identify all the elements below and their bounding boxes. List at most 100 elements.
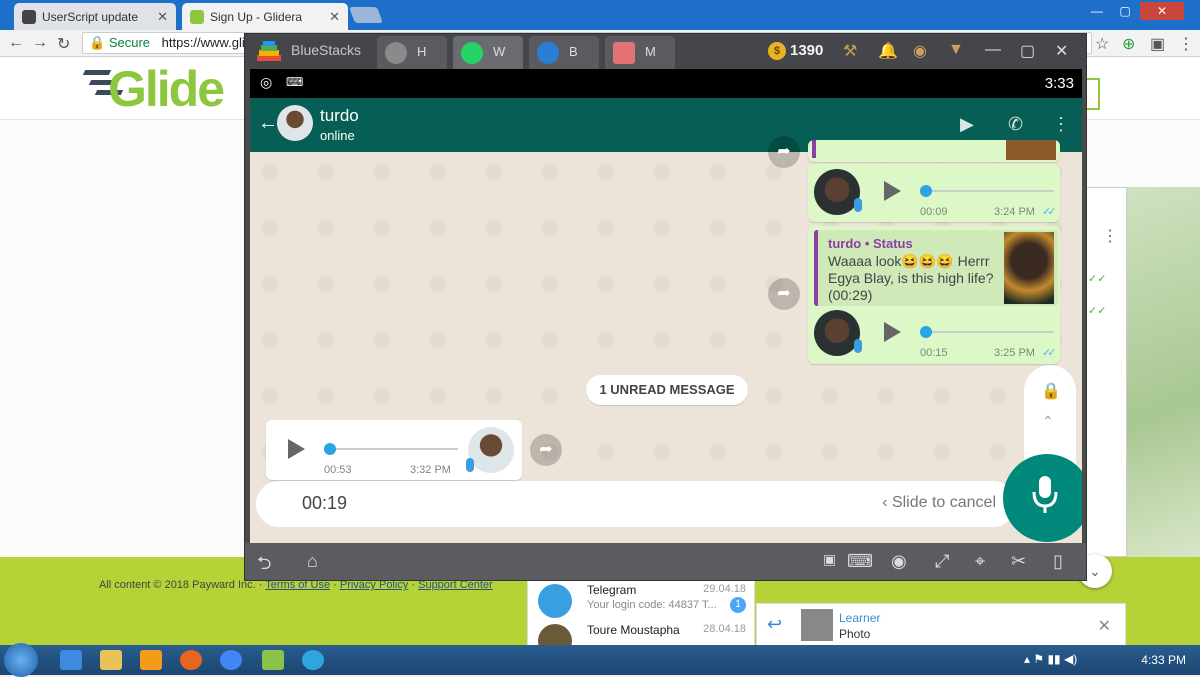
- url-text: https://www.glic: [161, 35, 252, 50]
- new-tab-button[interactable]: [349, 7, 383, 23]
- telegram-taskbar-icon[interactable]: [302, 650, 324, 670]
- play-icon[interactable]: [884, 181, 901, 201]
- audio-scrubber[interactable]: [920, 185, 932, 197]
- play-icon[interactable]: [288, 439, 305, 459]
- incoming-voice-message[interactable]: 00:53 3:32 PM: [266, 420, 522, 480]
- lock-keymap-icon[interactable]: ▣: [823, 551, 836, 568]
- chrome-tab-userscript[interactable]: UserScript update ✕: [14, 3, 176, 30]
- maximize-icon[interactable]: ▢: [1020, 41, 1035, 61]
- hammer-icon[interactable]: ⚒: [843, 41, 857, 61]
- bell-icon[interactable]: 🔔: [878, 41, 898, 61]
- media-player-icon[interactable]: [140, 650, 162, 670]
- video-call-icon[interactable]: ▶: [960, 114, 974, 135]
- keyboard-icon[interactable]: ⌨: [847, 551, 873, 572]
- forward-icon[interactable]: ➦: [530, 434, 562, 466]
- account-icon[interactable]: ◉: [913, 41, 927, 61]
- bluestacks-tab-browser[interactable]: B: [529, 36, 599, 69]
- audio-track[interactable]: [328, 448, 458, 450]
- voice-message-bubble[interactable]: turdo • Status Waaaa look😆😆😆 Herrr Egya …: [808, 226, 1060, 364]
- chrome-icon[interactable]: [220, 650, 242, 670]
- reload-icon[interactable]: ↻: [57, 34, 70, 54]
- bluestacks-window: BlueStacks H W B M $ 1390 ⚒ 🔔 ◉ ▼ — ▢ ✕ …: [244, 33, 1087, 581]
- play-icon[interactable]: [884, 322, 901, 342]
- message-time: 3:32 PM: [410, 464, 451, 476]
- minimize-icon[interactable]: —: [985, 41, 1001, 59]
- glidera-favicon-icon: [190, 9, 204, 24]
- bluestacks-tab-mail[interactable]: M: [605, 36, 675, 69]
- maximize-window-button[interactable]: ▢: [1111, 2, 1139, 20]
- status-thumbnail: [1004, 232, 1054, 304]
- phone-rotate-icon[interactable]: ▯: [1053, 551, 1063, 572]
- ie-icon[interactable]: [60, 650, 82, 670]
- system-clock[interactable]: 4:33 PM: [1141, 653, 1186, 667]
- bluestacks-taskbar-icon[interactable]: [262, 650, 284, 670]
- tray-icons[interactable]: ▴ ⚑ ▮▮ ◀): [1024, 652, 1077, 666]
- bluestacks-title: BlueStacks: [291, 42, 362, 58]
- quoted-name: turdo • Status: [828, 236, 913, 251]
- extension-icon[interactable]: ⊕: [1122, 34, 1135, 54]
- minimize-window-button[interactable]: —: [1083, 2, 1111, 20]
- start-button-icon[interactable]: [4, 643, 38, 677]
- glidera-logo[interactable]: Glide: [108, 60, 225, 118]
- back-icon[interactable]: ←: [8, 34, 24, 52]
- eye-icon[interactable]: ◉: [891, 551, 907, 572]
- location-icon[interactable]: ⌖: [975, 551, 985, 572]
- audio-track[interactable]: [924, 190, 1054, 192]
- file-explorer-icon[interactable]: [100, 650, 122, 670]
- whatsapp-notification-icon: ◎: [260, 74, 273, 90]
- forward-icon[interactable]: ➦: [768, 136, 800, 168]
- menu-down-icon[interactable]: ▼: [948, 41, 964, 59]
- audio-scrubber[interactable]: [324, 443, 336, 455]
- close-icon[interactable]: ✕: [1098, 616, 1111, 636]
- bookmark-star-icon[interactable]: ☆: [1095, 34, 1109, 54]
- bluestacks-tab-home[interactable]: H: [377, 36, 447, 69]
- close-tab-icon[interactable]: ✕: [157, 9, 168, 25]
- recording-mic-button[interactable]: [1003, 454, 1082, 542]
- phone-call-icon[interactable]: ✆: [1008, 114, 1023, 135]
- telegram-chat-item[interactable]: Telegram 29.04.18 Your login code: 44837…: [528, 581, 756, 619]
- slide-to-cancel[interactable]: ‹ Slide to cancel: [882, 494, 996, 512]
- quoted-status[interactable]: turdo • Status Waaaa look😆😆😆 Herrr Egya …: [814, 230, 1058, 306]
- chrome-tab-glidera[interactable]: Sign Up - Glidera ✕: [182, 3, 348, 30]
- bluestacks-tab-whatsapp[interactable]: W: [453, 36, 523, 69]
- close-tab-icon[interactable]: ✕: [329, 9, 340, 25]
- reply-type: Photo: [839, 627, 871, 641]
- chrome-menu-icon[interactable]: ⋮: [1178, 34, 1194, 54]
- message-bubble[interactable]: [808, 140, 1060, 162]
- extension-badge-icon[interactable]: ▣: [1150, 34, 1165, 54]
- secure-label: Secure: [108, 35, 151, 50]
- android-home-icon[interactable]: ⌂: [307, 551, 318, 572]
- chat-name: Toure Moustapha: [587, 623, 680, 637]
- reply-name: Learner: [839, 611, 881, 625]
- tab-label: B: [569, 44, 578, 59]
- mic-icon: [854, 339, 862, 353]
- menu-dots-icon[interactable]: ⋮: [1102, 226, 1118, 246]
- reply-arrow-icon: ↩: [767, 614, 783, 634]
- lock-icon: 🔒: [89, 35, 106, 50]
- back-arrow-icon[interactable]: ←: [258, 112, 278, 135]
- fullscreen-icon[interactable]: ⤢: [935, 551, 949, 572]
- tab-label: H: [417, 44, 427, 59]
- telegram-logo-icon: [538, 584, 572, 618]
- forward-icon[interactable]: →: [32, 34, 48, 52]
- coin-icon: $: [768, 42, 786, 60]
- read-receipt-icon: ✓✓: [1042, 347, 1057, 359]
- close-icon[interactable]: ✕: [1055, 41, 1068, 61]
- firefox-icon[interactable]: [180, 650, 202, 670]
- recording-input-bar[interactable]: 00:19 ‹ Slide to cancel: [256, 481, 1016, 527]
- close-window-button[interactable]: ✕: [1140, 2, 1184, 20]
- audio-track[interactable]: [924, 331, 1054, 333]
- bluestacks-logo-icon: [257, 41, 281, 61]
- forward-icon[interactable]: ➦: [768, 278, 800, 310]
- contact-avatar[interactable]: [277, 105, 313, 141]
- header-button-edge[interactable]: [1086, 78, 1100, 110]
- tab-label: M: [645, 44, 656, 59]
- menu-dots-icon[interactable]: ⋮: [1052, 114, 1070, 135]
- chat-name: Telegram: [587, 583, 637, 597]
- voice-message-bubble[interactable]: 00:09 3:24 PM ✓✓: [808, 164, 1060, 222]
- contact-name[interactable]: turdo: [320, 106, 359, 126]
- lock-icon[interactable]: 🔒: [1041, 381, 1061, 401]
- audio-scrubber[interactable]: [920, 326, 932, 338]
- scissors-icon[interactable]: ✂: [1011, 551, 1026, 572]
- android-back-icon[interactable]: ⮌: [257, 551, 271, 581]
